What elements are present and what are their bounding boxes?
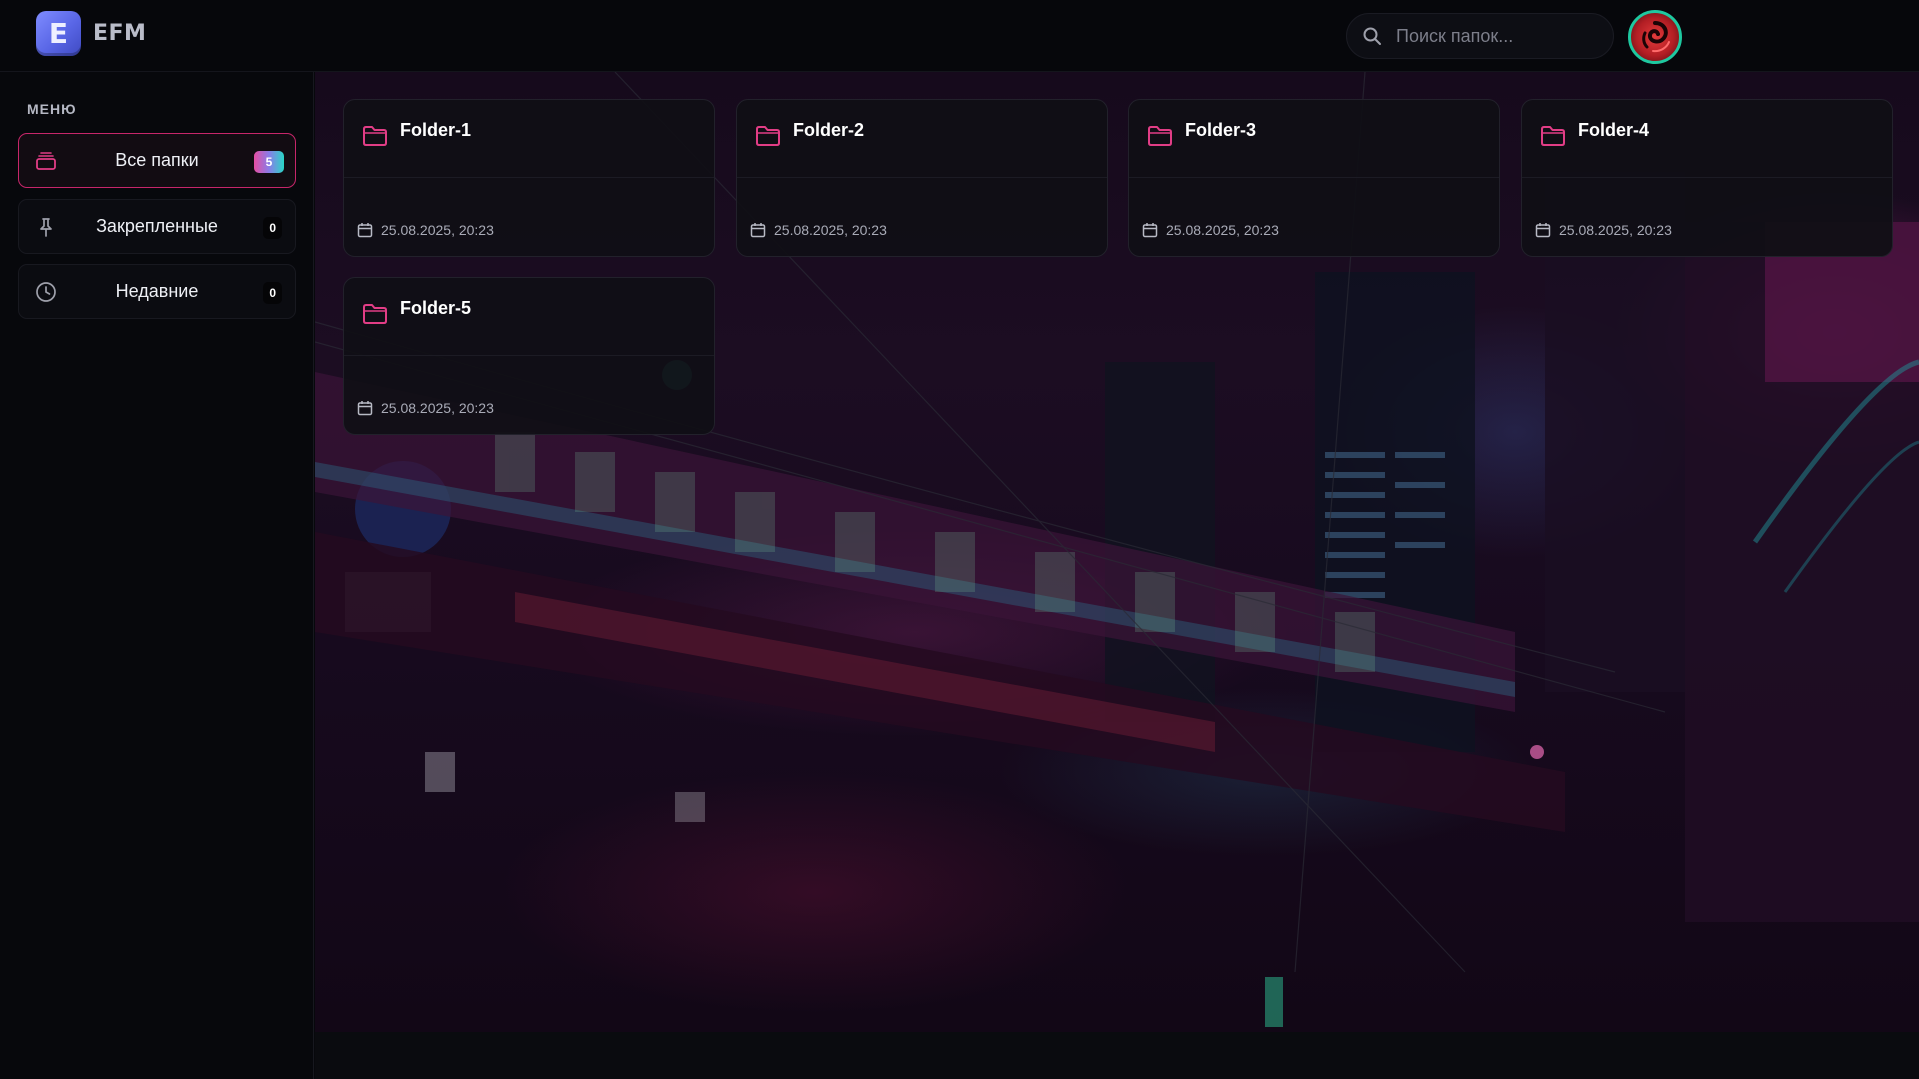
calendar-icon: [357, 401, 373, 416]
sidebar-item-label: Недавние: [115, 281, 199, 301]
folder-card-header: Folder-1: [344, 100, 714, 178]
folder-card[interactable]: Folder-4 25.08.2025, 20:23: [1521, 99, 1893, 257]
search-icon: [1363, 27, 1381, 45]
folder-card-header: Folder-4: [1522, 100, 1892, 178]
count-badge: 0: [263, 217, 282, 239]
folder-icon: [363, 304, 387, 324]
folder-name: Folder-1: [400, 120, 472, 140]
sidebar: МЕНЮ Все папки 5 Закрепленные 0 Недавние…: [0, 72, 314, 1079]
folder-icon: [1148, 126, 1172, 146]
folder-date-text: 25.08.2025, 20:23: [381, 400, 494, 416]
folder-date-text: 25.08.2025, 20:23: [774, 222, 887, 238]
folder-name: Folder-4: [1578, 120, 1650, 140]
count-badge: 0: [263, 282, 282, 304]
app-logo-letter: E: [48, 17, 69, 50]
user-avatar[interactable]: [1628, 10, 1682, 64]
top-bar: E EFM: [0, 0, 1919, 72]
calendar-icon: [357, 223, 373, 238]
calendar-icon: [750, 223, 766, 238]
folder-icon: [363, 126, 387, 146]
folder-card[interactable]: Folder-5 25.08.2025, 20:23: [343, 277, 715, 435]
count-badge: 5: [254, 151, 284, 173]
folder-date-text: 25.08.2025, 20:23: [1166, 222, 1279, 238]
avatar-swirl-icon: [1642, 21, 1670, 53]
brand[interactable]: E EFM: [36, 11, 146, 56]
folder-card-header: Folder-3: [1129, 100, 1499, 178]
sidebar-item-pinned[interactable]: Закрепленные 0: [18, 199, 296, 254]
folder-date: 25.08.2025, 20:23: [1535, 222, 1672, 238]
folder-date: 25.08.2025, 20:23: [750, 222, 887, 238]
sidebar-item-all-folders[interactable]: Все папки 5: [18, 133, 296, 188]
folder-card[interactable]: Folder-3 25.08.2025, 20:23: [1128, 99, 1500, 257]
sidebar-item-recent[interactable]: Недавние 0: [18, 264, 296, 319]
search-input[interactable]: [1394, 24, 1594, 48]
folder-icon: [756, 126, 780, 146]
folder-date: 25.08.2025, 20:23: [357, 222, 494, 238]
folder-date-text: 25.08.2025, 20:23: [1559, 222, 1672, 238]
app-logo-icon: E: [36, 11, 81, 56]
folder-date: 25.08.2025, 20:23: [357, 400, 494, 416]
calendar-icon: [1535, 223, 1551, 238]
sidebar-item-label: Закрепленные: [96, 216, 218, 236]
folder-date-text: 25.08.2025, 20:23: [381, 222, 494, 238]
search-box[interactable]: [1346, 13, 1614, 59]
folder-card[interactable]: Folder-1 25.08.2025, 20:23: [343, 99, 715, 257]
bottom-strip: [315, 1032, 1919, 1079]
folder-icon: [1541, 126, 1565, 146]
calendar-icon: [1142, 223, 1158, 238]
folder-card-header: Folder-5: [344, 278, 714, 356]
folder-name: Folder-3: [1185, 120, 1257, 140]
folder-card-header: Folder-2: [737, 100, 1107, 178]
folder-name: Folder-2: [793, 120, 865, 140]
folder-name: Folder-5: [400, 298, 472, 318]
app-root: E EFM МЕНЮ: [0, 0, 1919, 1079]
folder-card[interactable]: Folder-2 25.08.2025, 20:23: [736, 99, 1108, 257]
app-name: EFM: [93, 21, 147, 46]
folder-date: 25.08.2025, 20:23: [1142, 222, 1279, 238]
sidebar-title: МЕНЮ: [27, 101, 77, 117]
